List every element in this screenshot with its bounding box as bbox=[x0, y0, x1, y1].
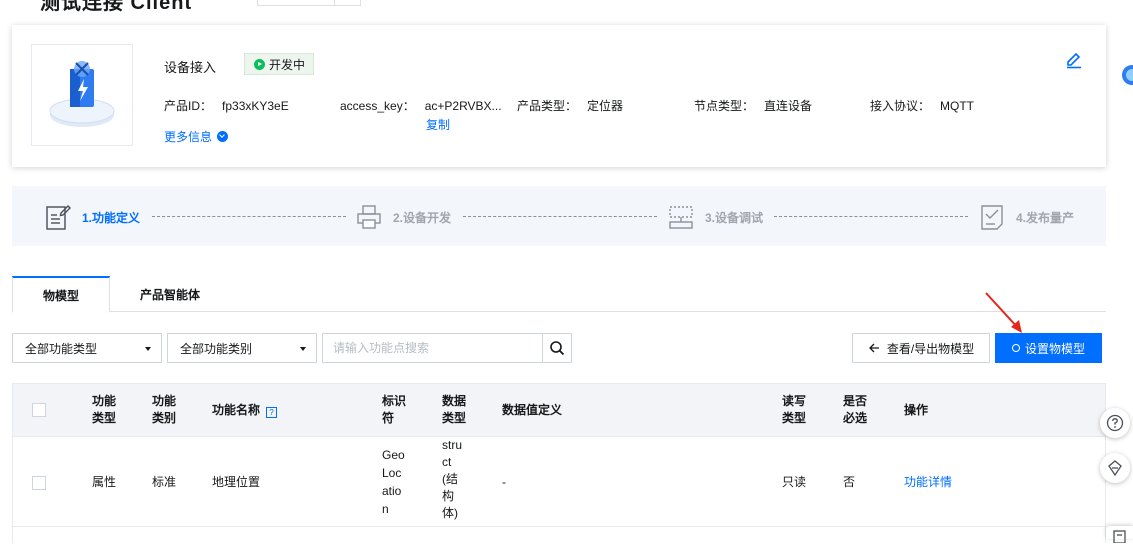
export-model-button[interactable]: 查看/导出物模型 bbox=[852, 333, 990, 363]
step-2[interactable]: 2.设备开发 bbox=[355, 203, 451, 231]
meta-product-type: 产品类型： 定位器 bbox=[517, 99, 624, 113]
row-divider bbox=[13, 526, 1105, 527]
more-info-label: 更多信息 bbox=[164, 130, 213, 144]
meta-protocol: 接入协议： MQTT bbox=[870, 99, 975, 113]
cell-type: 属性 bbox=[92, 475, 117, 489]
version-select[interactable] bbox=[257, 0, 361, 6]
col-action: 操作 bbox=[904, 403, 929, 417]
function-category-select[interactable]: 全部功能类别 bbox=[167, 333, 317, 363]
help-icon[interactable]: ? bbox=[266, 407, 278, 418]
function-search bbox=[322, 333, 572, 363]
meta-node-type: 节点类型： 直连设备 bbox=[694, 99, 813, 113]
step-3-label: 3.设备调试 bbox=[705, 210, 764, 225]
model-table: 功能 类型 功能 类别 功能名称? 标识符 数据 类型 数据值定义 读写 类型 是否 必选… bbox=[12, 383, 1106, 543]
meta-access-key: access_key： ac+P2RVBX... bbox=[340, 99, 502, 113]
checklist-icon bbox=[981, 205, 1003, 230]
cell-required: 否 bbox=[843, 475, 856, 489]
question-icon bbox=[1106, 414, 1124, 432]
step-4-label: 4.发布量产 bbox=[1016, 210, 1075, 225]
assistant-icon bbox=[1122, 65, 1133, 85]
col-required: 是否 必选 bbox=[843, 394, 868, 425]
product-info-card: 设备接入 开发中 产品ID： fp33xKY3eE access_key： ac+P… bbox=[12, 25, 1106, 167]
doc-icon bbox=[1113, 530, 1126, 544]
function-category-select-value: 全部功能类别 bbox=[180, 341, 253, 356]
step-2-label: 2.设备开发 bbox=[393, 210, 452, 225]
meta-product-id: 产品ID： fp33xKY3eE bbox=[164, 99, 289, 113]
export-model-label: 查看/导出物模型 bbox=[886, 341, 975, 356]
col-rw: 读写 类型 bbox=[782, 394, 807, 425]
row-checkbox[interactable] bbox=[32, 476, 46, 490]
tab-agent[interactable]: 产品智能体 bbox=[110, 276, 230, 313]
step-connector bbox=[463, 216, 657, 217]
cell-datatype: stru ct (结 构 体) bbox=[442, 438, 463, 520]
chevron-down-icon bbox=[217, 131, 229, 142]
step-4[interactable]: 4.发布量产 bbox=[978, 203, 1074, 231]
copy-access-key-link[interactable]: 复制 bbox=[426, 116, 450, 133]
function-type-select[interactable]: 全部功能类型 bbox=[12, 333, 162, 363]
function-detail-link[interactable]: 功能详情 bbox=[904, 474, 952, 491]
version-select-divider bbox=[334, 0, 335, 6]
dev-steps: 1.功能定义 2.设备开发 3.设备调试 4.发布量产 bbox=[12, 186, 1106, 246]
col-name: 功能名称? bbox=[212, 402, 278, 419]
caret-down-icon bbox=[145, 347, 151, 351]
cell-identifier: Geo Loc atio n bbox=[382, 448, 405, 516]
page-title: 测试连接 Client bbox=[40, 0, 193, 14]
doc-float-button[interactable] bbox=[1106, 526, 1133, 544]
select-all-checkbox[interactable] bbox=[32, 403, 46, 417]
play-icon bbox=[254, 58, 265, 70]
feedback-icon bbox=[1108, 460, 1122, 477]
search-button[interactable] bbox=[542, 334, 571, 362]
col-definition: 数据值定义 bbox=[502, 403, 563, 417]
table-header: 功能 类型 功能 类别 功能名称? 标识符 数据 类型 数据值定义 读写 类型 是否 必选… bbox=[13, 384, 1105, 437]
tab-bar: 物模型 产品智能体 bbox=[12, 276, 1106, 313]
step-connector bbox=[774, 216, 968, 217]
step-3[interactable]: 3.设备调试 bbox=[667, 203, 763, 231]
search-input[interactable] bbox=[323, 334, 541, 362]
caret-down-icon bbox=[300, 347, 306, 351]
search-icon bbox=[550, 341, 565, 356]
set-model-label: 设置物模型 bbox=[1024, 341, 1085, 356]
printer-icon bbox=[357, 205, 381, 229]
red-arrow-annotation bbox=[985, 292, 1022, 333]
doc-edit-icon bbox=[46, 205, 71, 230]
debug-icon bbox=[669, 206, 693, 229]
arrow-left-icon bbox=[868, 343, 879, 353]
step-1-label: 1.功能定义 bbox=[82, 210, 141, 225]
status-badge: 开发中 bbox=[244, 53, 315, 75]
product-image-icon bbox=[49, 61, 115, 127]
col-type: 功能 类型 bbox=[92, 394, 117, 425]
status-badge-label: 开发中 bbox=[269, 57, 306, 72]
step-1[interactable]: 1.功能定义 bbox=[44, 203, 140, 231]
product-thumbnail bbox=[31, 44, 133, 146]
step-connector bbox=[152, 216, 346, 217]
cell-rw: 只读 bbox=[782, 475, 807, 489]
tab-model[interactable]: 物模型 bbox=[12, 276, 110, 313]
more-info-link[interactable]: 更多信息 bbox=[164, 128, 229, 145]
cell-name: 地理位置 bbox=[212, 475, 261, 489]
edit-icon[interactable] bbox=[1064, 49, 1084, 69]
cell-category: 标准 bbox=[152, 475, 177, 489]
feedback-float-button[interactable] bbox=[1100, 453, 1130, 483]
cell-definition: - bbox=[502, 475, 506, 489]
col-datatype: 数据 类型 bbox=[442, 394, 467, 425]
product-name: 设备接入 bbox=[164, 60, 217, 75]
assistant-avatar[interactable] bbox=[1118, 60, 1133, 90]
col-identifier: 标识符 bbox=[382, 394, 407, 425]
col-category: 功能 类别 bbox=[152, 394, 177, 425]
circle-icon bbox=[1011, 344, 1020, 352]
function-type-select-value: 全部功能类型 bbox=[25, 341, 98, 356]
help-float-button[interactable] bbox=[1100, 408, 1130, 438]
